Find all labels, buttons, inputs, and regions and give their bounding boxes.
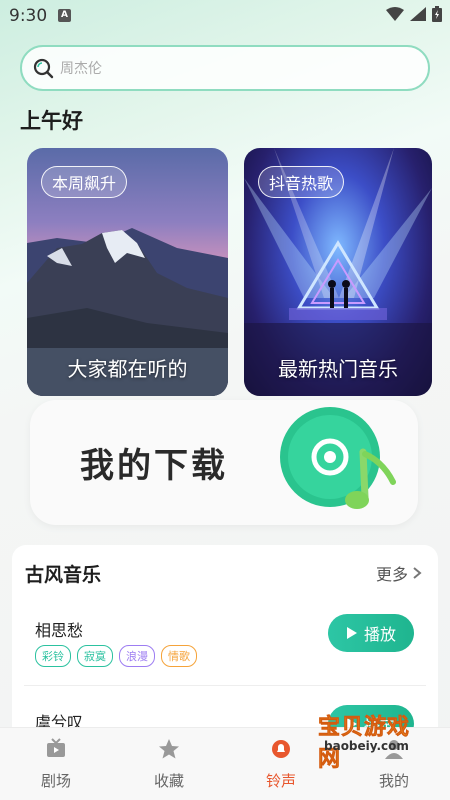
search-icon [33, 58, 54, 79]
battery-icon [432, 6, 442, 22]
notification-icon: A [58, 9, 71, 22]
greeting-title: 上午好 [20, 109, 83, 133]
status-bar: 9:30 A [0, 0, 450, 32]
section-title: 古风音乐 [25, 564, 102, 586]
chevron-right-icon [413, 567, 422, 579]
tab-favorites[interactable]: 收藏 [124, 738, 214, 791]
tag: 浪漫 [119, 645, 155, 667]
tv-icon [47, 738, 65, 757]
tab-label: 铃声 [265, 772, 296, 790]
status-time: 9:30 [9, 6, 48, 26]
more-label: 更多 [375, 565, 408, 584]
song-title: 相思愁 [35, 621, 84, 640]
music-disc-icon [280, 407, 396, 509]
search-input[interactable]: 周杰伦 [60, 58, 102, 78]
search-bar[interactable]: 周杰伦 [20, 45, 430, 91]
tab-ringtones[interactable]: 铃声 [236, 738, 326, 791]
divider [24, 685, 426, 686]
play-button[interactable]: 播放 [328, 614, 414, 652]
tab-theater[interactable]: 剧场 [11, 738, 101, 791]
my-downloads-card[interactable]: 我的下载 [30, 400, 418, 525]
tag: 情歌 [161, 645, 197, 667]
wifi-icon [386, 7, 404, 21]
song-tags: 彩铃 寂寞 浪漫 情歌 [35, 645, 197, 667]
tab-label: 我的 [378, 772, 409, 790]
downloads-label: 我的下载 [80, 446, 228, 486]
tag: 彩铃 [35, 645, 71, 667]
star-icon [159, 739, 179, 759]
play-icon [346, 627, 357, 639]
more-link[interactable]: 更多 [376, 561, 422, 585]
card-caption: 最新热门音乐 [278, 357, 398, 381]
card-badge: 本周飙升 [41, 166, 128, 198]
tab-label: 收藏 [153, 772, 184, 790]
tag: 寂寞 [77, 645, 113, 667]
featured-card-weekly-rising[interactable]: 本周飙升 大家都在听的 [27, 148, 228, 396]
play-label: 播放 [363, 625, 396, 644]
signal-icon [410, 7, 426, 21]
featured-card-douyin-hot[interactable]: 抖音热歌 最新热门音乐 [244, 148, 432, 396]
card-badge: 抖音热歌 [258, 166, 345, 198]
card-caption: 大家都在听的 [67, 357, 188, 381]
site-watermark: 宝贝游戏网 baobeiy.com [318, 705, 428, 773]
status-icons [386, 6, 442, 22]
bell-icon [272, 740, 290, 758]
watermark-url: baobeiy.com [324, 739, 409, 753]
tab-label: 剧场 [40, 772, 71, 790]
